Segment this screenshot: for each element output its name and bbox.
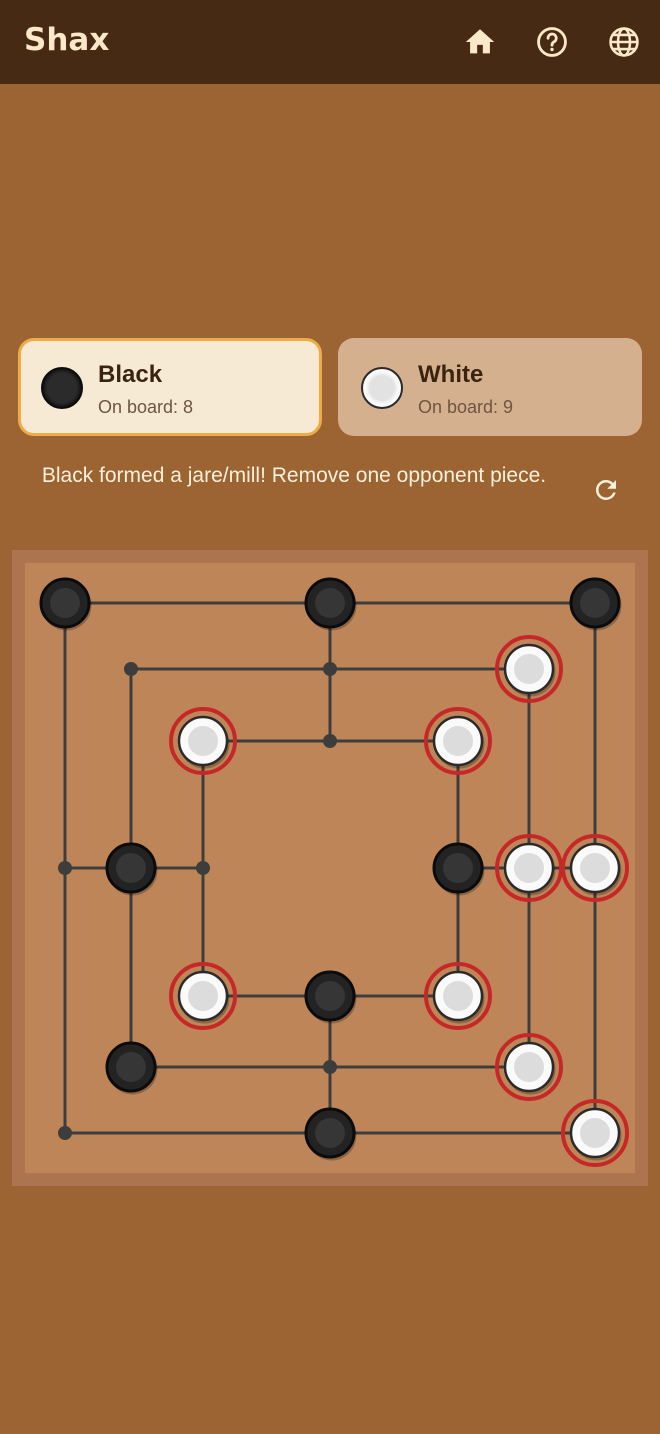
board-point-inner-top-middle[interactable]	[323, 734, 337, 748]
board-point-middle-top-middle[interactable]	[323, 662, 337, 676]
white-piece-middle-bottom-right[interactable]	[495, 1033, 563, 1101]
board-point-middle-bottom-middle[interactable]	[323, 1060, 337, 1074]
black-piece-inner-middle-right[interactable]	[432, 842, 485, 896]
white-piece-middle-top-right[interactable]	[495, 635, 563, 703]
white-piece-inner-top-left[interactable]	[169, 707, 237, 775]
black-piece-outer-top-right[interactable]	[569, 577, 622, 631]
white-piece-inner-top-right[interactable]	[424, 707, 492, 775]
white-piece-middle-middle-right[interactable]	[495, 834, 563, 902]
black-piece-outer-top-middle[interactable]	[304, 577, 357, 631]
black-piece-inner-bottom-middle[interactable]	[304, 970, 357, 1024]
board-point-inner-middle-left[interactable]	[196, 861, 210, 875]
white-piece-outer-bottom-right[interactable]	[561, 1099, 629, 1167]
black-piece-middle-middle-left[interactable]	[105, 842, 158, 896]
white-piece-inner-bottom-left[interactable]	[169, 962, 237, 1030]
black-piece-outer-bottom-middle[interactable]	[304, 1107, 357, 1161]
board-point-outer-middle-left[interactable]	[58, 861, 72, 875]
white-piece-outer-middle-right[interactable]	[561, 834, 629, 902]
black-piece-middle-bottom-left[interactable]	[105, 1041, 158, 1095]
black-piece-outer-top-left[interactable]	[39, 577, 92, 631]
white-piece-inner-bottom-right[interactable]	[424, 962, 492, 1030]
game-board	[12, 550, 648, 1186]
board-point-middle-top-left[interactable]	[124, 662, 138, 676]
board-point-outer-bottom-left[interactable]	[58, 1126, 72, 1140]
